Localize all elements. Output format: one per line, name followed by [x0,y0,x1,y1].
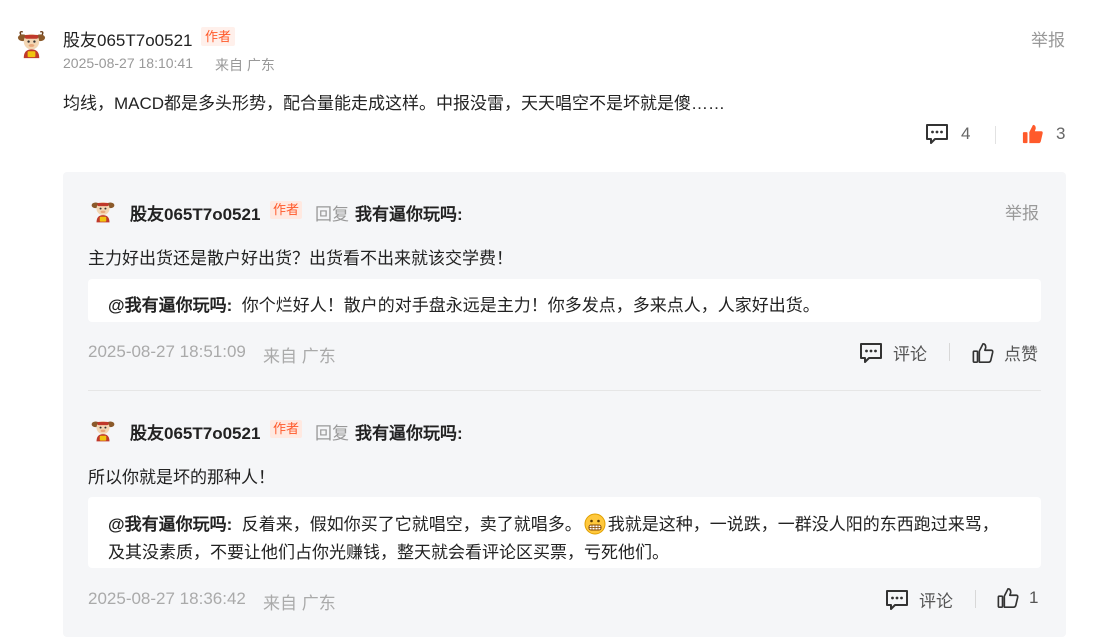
quoted-text: @我有逼你玩吗: 反着来，假如你买了它就唱空，卖了就唱多。 我就是这种，一说跌，… [108,510,999,535]
thumbs-up-icon [972,342,994,363]
reply-username[interactable]: 股友065T7o0521 [130,419,260,444]
thumbs-up-icon [997,588,1019,608]
quoted-text: @我有逼你玩吗: 你个烂好人！散户的对手盘永远是主力！你多发点，多来点人，人家好… [108,291,820,316]
avatar[interactable] [16,29,47,60]
reply-comment-button[interactable]: 评论 [885,587,953,612]
reply-word: 回复 [315,424,349,443]
comment-label: 评论 [919,592,953,611]
reply-username[interactable]: 股友065T7o0521 [130,200,260,225]
reply-divider [88,390,1041,391]
reply-avatar[interactable] [90,417,116,443]
report-button[interactable]: 举报 [1031,26,1065,51]
like-count: 1 [1029,588,1039,607]
reply-timestamp: 2025-08-27 18:36:42 [88,589,246,608]
comment-username[interactable]: 股友065T7o0521 [63,26,192,51]
reply-like-button[interactable]: 1 [997,587,1038,609]
action-divider [995,126,996,144]
quoted-text-body-cont: 我就是这种，一说跌，一群没人阳的东西跑过来骂， [607,515,999,534]
avatar-icon [91,202,115,223]
reply-target-username[interactable]: 我有逼你玩吗: [355,200,463,225]
comment-label: 评论 [893,345,927,364]
reply-timestamp: 2025-08-27 18:51:09 [88,342,246,361]
reply-avatar[interactable] [90,198,116,224]
reply-like-button[interactable]: 点赞 [972,340,1038,365]
grimace-emoji-icon [584,513,606,535]
action-divider [975,590,976,608]
reply-text: 所以你就是坏的那种人！ [88,468,275,487]
quoted-text-body: 你个烂好人！散户的对手盘永远是主力！你多发点，多来点人，人家好出货。 [241,296,820,315]
quoted-text-body: 反着来，假如你买了它就唱空，卖了就唱多。 [241,515,582,534]
author-badge: 作者 [201,27,236,46]
comment-icon [886,589,908,610]
reply-word: 回复 [315,205,349,224]
action-divider [949,343,950,361]
like-count: 3 [1056,124,1066,143]
comment-location: 来自 广东 [215,57,275,73]
reply-target-username[interactable]: 我有逼你玩吗: [355,419,463,444]
like-label: 点赞 [1004,345,1038,364]
reply-comment-button[interactable]: 评论 [859,340,927,365]
avatar-icon [91,421,115,442]
reply-location: 来自 广东 [263,594,336,613]
reply-text: 主力好出货还是散户好出货？出货看不出来就该交学费！ [88,249,513,268]
quoted-text-line2: 及其没素质，不要让他们占你光赚钱，整天就会看评论区买票，亏死他们。 [108,543,669,562]
author-badge: 作者 [270,201,303,219]
report-button[interactable]: 举报 [1005,199,1039,224]
reply-count: 4 [961,124,971,143]
thumbs-up-filled-icon [1022,124,1043,144]
comment-text: 均线，MACD都是多头形势，配合量能走成这样。中报没雷，天天唱空不是坏就是傻…… [63,94,726,113]
quoted-username[interactable]: @我有逼你玩吗: [108,296,232,315]
comment-icon [926,124,948,144]
comment-icon [860,342,882,363]
quoted-username[interactable]: @我有逼你玩吗: [108,515,232,534]
avatar-icon [17,30,46,59]
comment-timestamp: 2025-08-27 18:10:41 [63,55,193,71]
reply-location: 来自 广东 [263,347,336,366]
like-button[interactable]: 3 [1022,123,1065,145]
author-badge: 作者 [270,420,303,438]
reply-button[interactable]: 4 [925,123,970,145]
